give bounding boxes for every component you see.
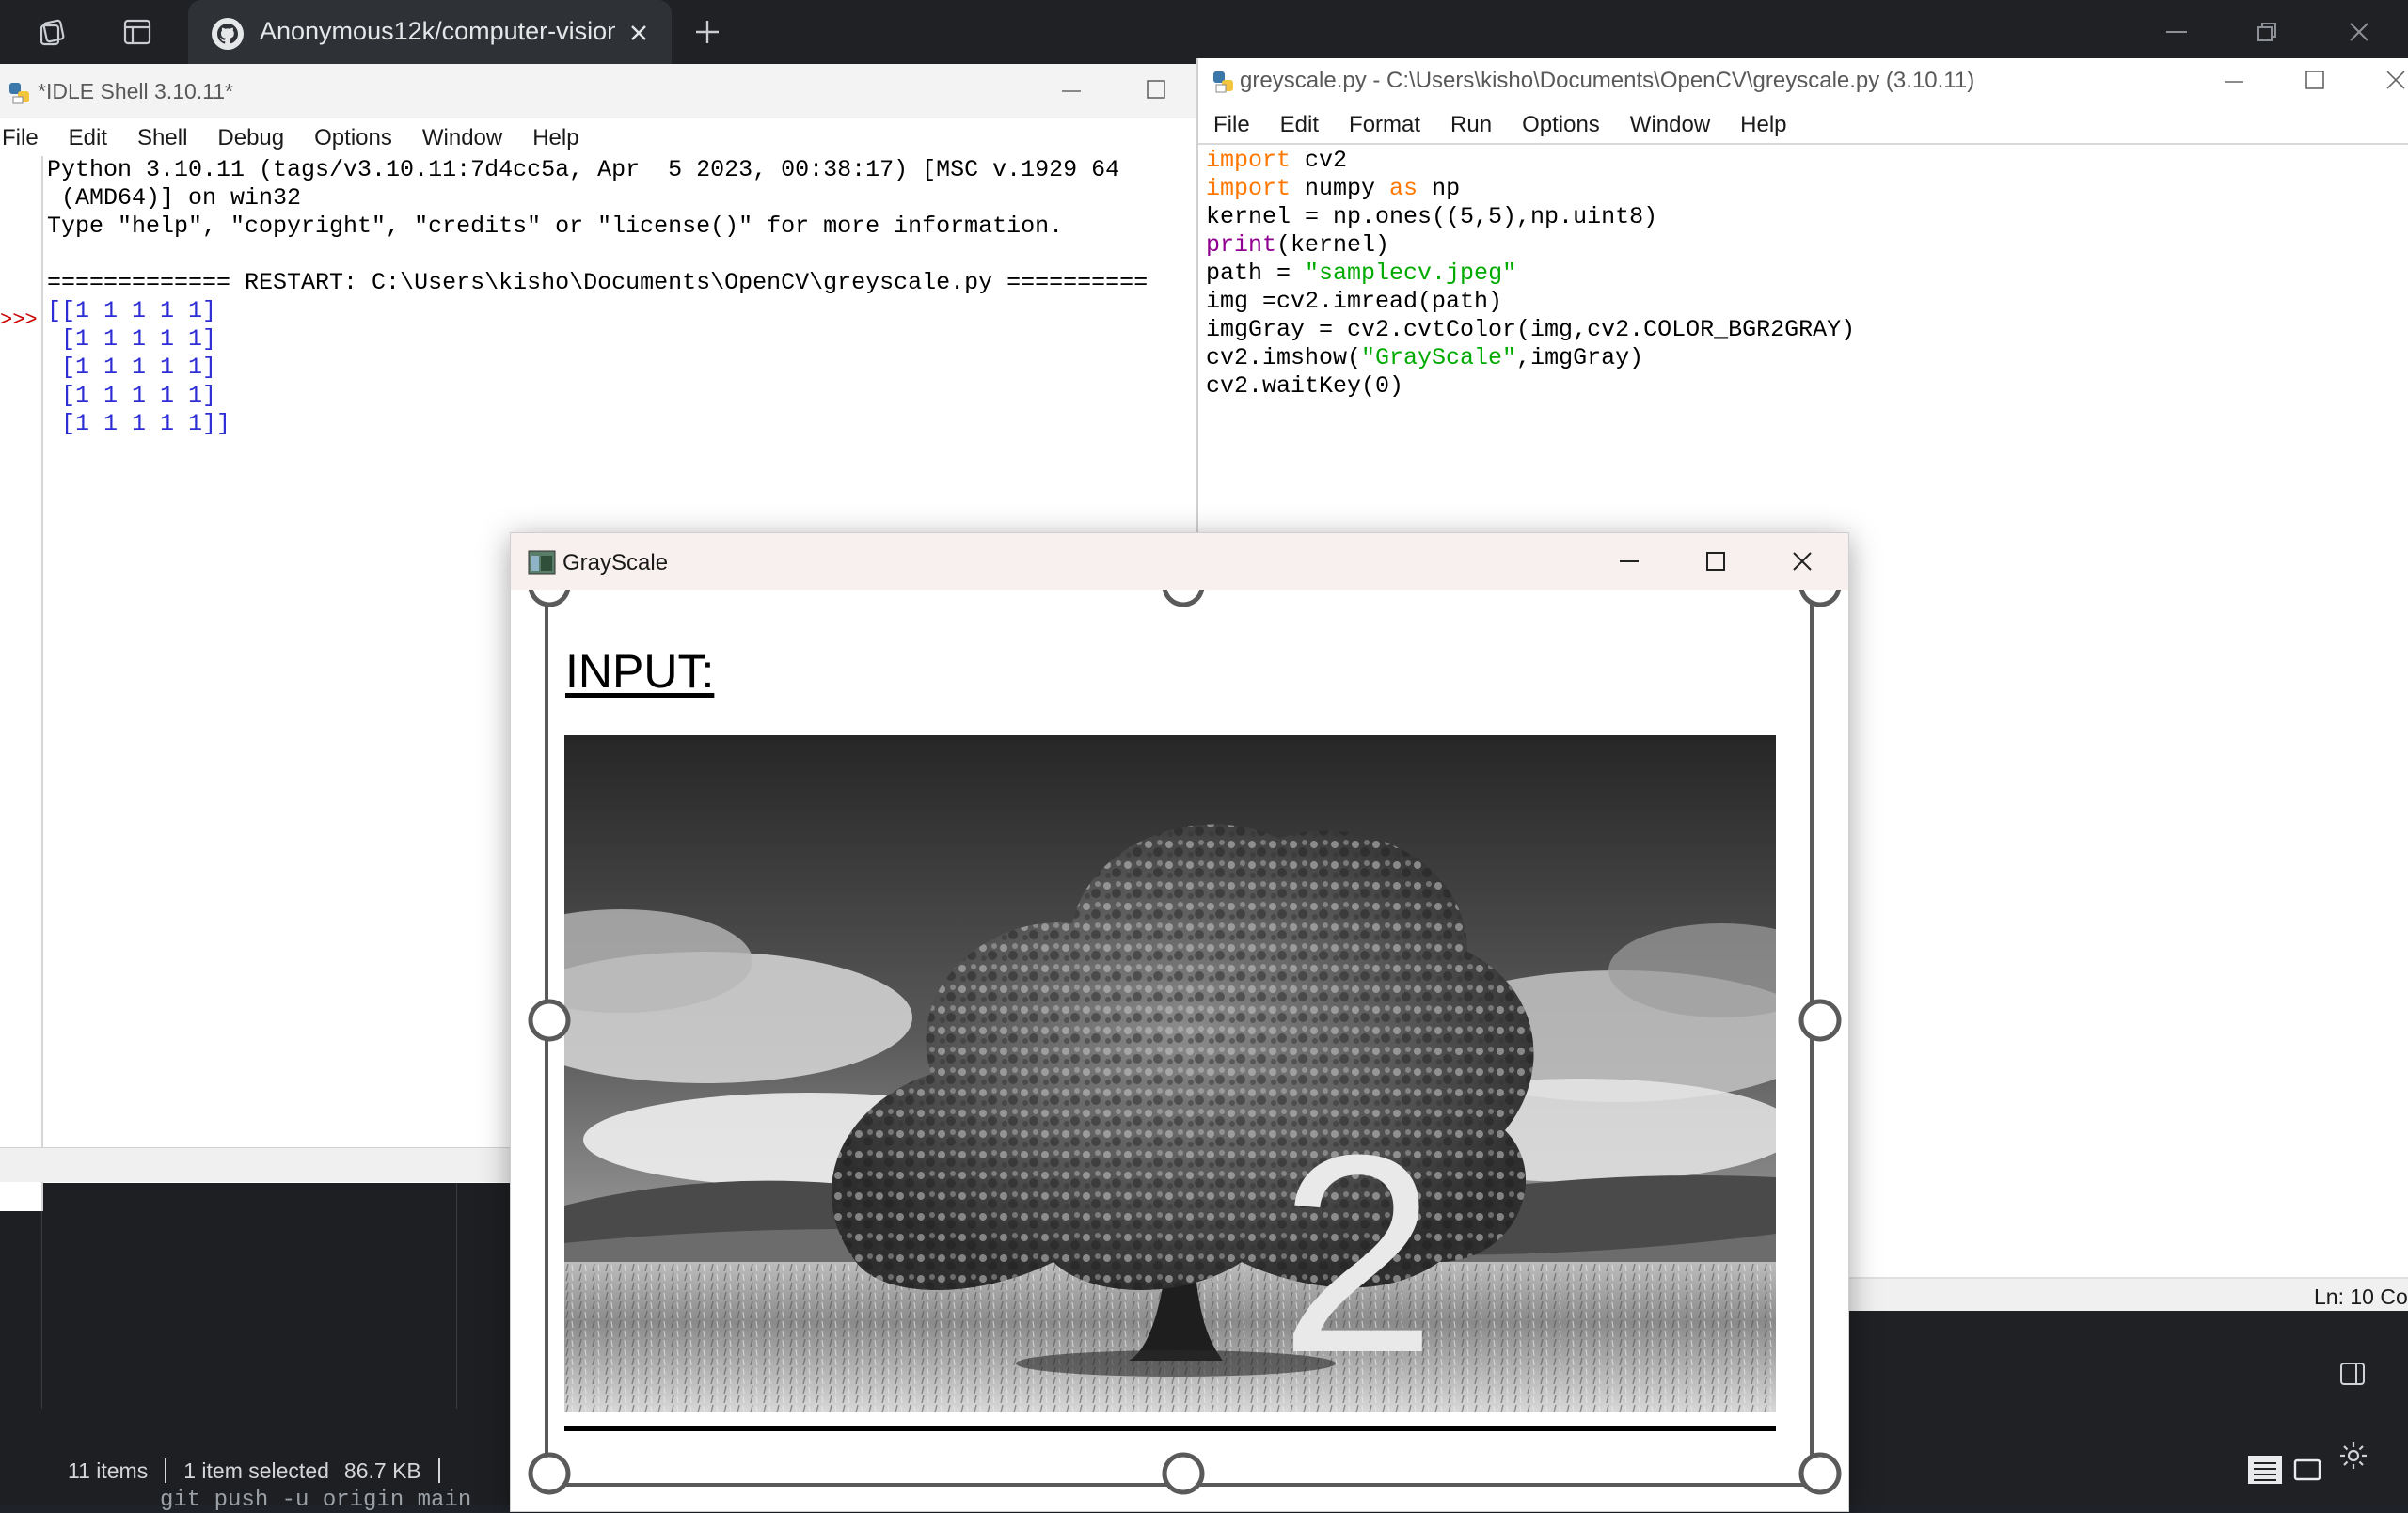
new-tab-icon[interactable] xyxy=(689,13,726,51)
editor-maximize-icon[interactable] xyxy=(2305,70,2325,95)
status-separator xyxy=(437,1458,440,1483)
code-text: ,imgGray) xyxy=(1516,344,1644,371)
code-line: img =cv2.imread(path) xyxy=(1206,288,1503,315)
editor-menu-options[interactable]: Options xyxy=(1507,107,1615,143)
tab-title: Anonymous12k/computer-vision xyxy=(260,17,615,45)
code-text: (kernel) xyxy=(1276,231,1390,259)
keyword: import xyxy=(1206,175,1291,202)
editor-minimize-icon[interactable] xyxy=(2224,71,2244,97)
code-text: numpy xyxy=(1291,175,1390,202)
code-line: import numpy as np xyxy=(1206,175,1460,203)
editor-menu-file[interactable]: File xyxy=(1198,107,1265,143)
shell-line: (AMD64)] on win32 xyxy=(47,184,302,212)
code-line: import cv2 xyxy=(1206,147,1347,175)
shell-gutter: >>> xyxy=(0,156,43,1211)
input-heading: INPUT: xyxy=(565,645,715,698)
code-text: path = xyxy=(1206,260,1306,287)
grayscale-maximize-icon[interactable] xyxy=(1692,543,1739,580)
terminal-command: git push -u origin main xyxy=(160,1488,472,1513)
shell-menu-debug[interactable]: Debug xyxy=(202,120,299,156)
editor-menu-run[interactable]: Run xyxy=(1435,107,1507,143)
code-line: cv2.waitKey(0) xyxy=(1206,372,1404,400)
string-literal: "GrayScale" xyxy=(1361,344,1517,371)
cursor-position: Ln: 10 Col: 0 xyxy=(2314,1284,2408,1309)
browser-minimize-icon[interactable] xyxy=(2156,13,2197,51)
editor-titlebar: greyscale.py - C:\Users\kisho\Documents\… xyxy=(1198,58,2408,105)
code-line: print(kernel) xyxy=(1206,231,1389,260)
grayscale-window: GrayScale INPUT: xyxy=(510,532,1849,1512)
panel-toggle-icon[interactable] xyxy=(2338,1360,2367,1393)
kernel-output-line: [1 1 1 1 1]] xyxy=(47,410,231,437)
shell-restart-line: ============= RESTART: C:\Users\kisho\Do… xyxy=(47,269,1149,296)
selected-count: 1 item selected xyxy=(183,1458,329,1483)
grayscale-titlebar: GrayScale xyxy=(511,533,1848,590)
shell-minimize-icon[interactable] xyxy=(1061,81,1082,106)
tab-github[interactable]: Anonymous12k/computer-vision xyxy=(188,0,672,64)
grayscale-title: GrayScale xyxy=(562,550,669,575)
close-tab-icon[interactable] xyxy=(623,17,655,49)
editor-menu-edit[interactable]: Edit xyxy=(1265,107,1334,143)
code-line: path = "samplecv.jpeg" xyxy=(1206,260,1516,288)
kernel-output-line: [[1 1 1 1 1] xyxy=(47,297,217,324)
kernel-output-line: [1 1 1 1 1] xyxy=(47,354,217,381)
browser-close-icon[interactable] xyxy=(2338,13,2380,51)
keyword: import xyxy=(1206,147,1291,174)
shell-line: Python 3.10.11 (tags/v3.10.11:7d4cc5a, A… xyxy=(47,156,1120,183)
shell-menubar: File Edit Shell Debug Options Window Hel… xyxy=(0,120,1204,156)
editor-menu-format[interactable]: Format xyxy=(1334,107,1435,143)
tab-actions-icon[interactable] xyxy=(119,13,156,51)
shell-menu-help[interactable]: Help xyxy=(517,120,594,156)
shell-title: *IDLE Shell 3.10.11* xyxy=(38,79,233,103)
editor-menubar: File Edit Format Run Options Window Help xyxy=(1198,107,2408,145)
watermark-digit: 2 xyxy=(1279,1095,1436,1411)
code-text: np xyxy=(1418,175,1461,202)
shell-titlebar: *IDLE Shell 3.10.11* xyxy=(0,64,1204,118)
shell-line: Type "help", "copyright", "credits" or "… xyxy=(47,213,1064,240)
editor-menu-window[interactable]: Window xyxy=(1615,107,1725,143)
keyword: as xyxy=(1389,175,1418,202)
editor-title: greyscale.py - C:\Users\kisho\Documents\… xyxy=(1240,68,1975,93)
editor-close-icon[interactable] xyxy=(2385,70,2406,95)
status-separator xyxy=(165,1458,167,1483)
settings-gear-icon[interactable] xyxy=(2337,1439,2370,1477)
python-file-icon xyxy=(1213,71,1233,93)
grayscale-tree-image xyxy=(564,735,1776,1412)
shell-menu-edit[interactable]: Edit xyxy=(54,120,122,156)
code-text: cv2.imshow( xyxy=(1206,344,1362,371)
browser-restore-icon[interactable] xyxy=(2246,13,2288,51)
shell-menu-options[interactable]: Options xyxy=(299,120,407,156)
python-icon xyxy=(9,83,29,104)
builtin: print xyxy=(1206,231,1277,259)
editor-menu-help[interactable]: Help xyxy=(1725,107,1801,143)
shell-menu-file[interactable]: File xyxy=(0,120,54,156)
browser-tab-strip: Anonymous12k/computer-vision xyxy=(0,0,2408,64)
shell-menu-shell[interactable]: Shell xyxy=(122,120,202,156)
selected-size: 86.7 KB xyxy=(343,1458,421,1483)
explorer-pane xyxy=(41,1183,457,1409)
shell-prompt: >>> xyxy=(0,308,38,332)
github-icon xyxy=(212,18,244,50)
grayscale-minimize-icon[interactable] xyxy=(1606,543,1653,580)
kernel-output-line: [1 1 1 1 1] xyxy=(47,382,217,409)
image-underline xyxy=(564,1426,1776,1431)
code-text: cv2 xyxy=(1291,147,1348,174)
code-line: cv2.imshow("GrayScale",imgGray) xyxy=(1206,344,1643,372)
items-count: 11 items xyxy=(68,1458,149,1483)
tiles-view-icon[interactable] xyxy=(2291,1456,2323,1489)
shell-maximize-icon[interactable] xyxy=(1146,79,1166,104)
details-view-icon[interactable] xyxy=(2248,1456,2282,1489)
workspaces-icon[interactable] xyxy=(34,13,71,51)
string-literal: "samplecv.jpeg" xyxy=(1305,260,1517,287)
kernel-output-line: [1 1 1 1 1] xyxy=(47,325,217,353)
shell-menu-window[interactable]: Window xyxy=(407,120,517,156)
code-line: kernel = np.ones((5,5),np.uint8) xyxy=(1206,203,1658,230)
code-line: imgGray = cv2.cvtColor(img,cv2.COLOR_BGR… xyxy=(1206,316,1856,343)
opencv-window-icon xyxy=(528,550,556,575)
desktop-background xyxy=(1844,1311,2408,1505)
grayscale-close-icon[interactable] xyxy=(1779,543,1826,580)
